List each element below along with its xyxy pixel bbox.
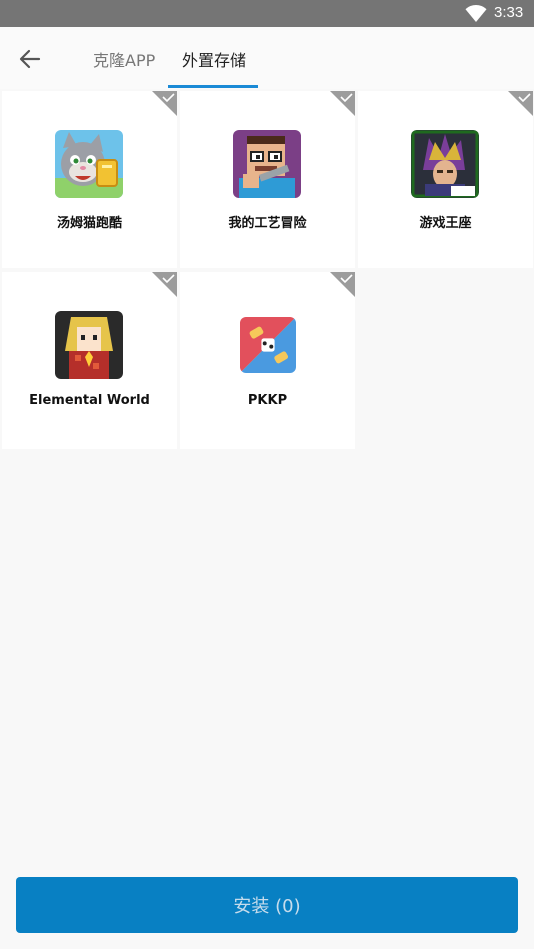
back-button[interactable] (12, 41, 48, 77)
status-time: 3:33 (494, 4, 524, 21)
install-button[interactable]: 安装 (0) (16, 877, 518, 933)
talking-tom-app-icon (55, 130, 123, 198)
app-name: 汤姆猫跑酷 (56, 216, 122, 231)
app-card-elemental-world[interactable]: Elemental World (2, 272, 177, 449)
app-name: PKKP (247, 393, 288, 408)
pkkp-app-icon (240, 317, 296, 373)
app-card-tom-run[interactable]: 汤姆猫跑酷 (2, 91, 177, 268)
checkmark-corner-icon[interactable] (152, 272, 177, 297)
app-name: 我的工艺冒险 (228, 216, 307, 231)
elemental-world-app-icon (55, 311, 123, 379)
game-throne-app-icon (411, 130, 479, 198)
top-bar: 克隆APP 外置存储 (0, 27, 534, 89)
arrow-left-icon (19, 49, 41, 69)
checkmark-corner-icon[interactable] (508, 91, 533, 116)
app-name: 游戏王座 (419, 216, 472, 231)
app-card-craft-adventure[interactable]: 我的工艺冒险 (180, 91, 355, 268)
tab-external-storage[interactable]: 外置存储 (182, 47, 246, 71)
app-name: Elemental World (29, 393, 150, 408)
wifi-icon (465, 5, 487, 22)
tab-indicator (168, 85, 258, 88)
checkmark-corner-icon[interactable] (152, 91, 177, 116)
app-card-pkkp[interactable]: PKKP (180, 272, 355, 449)
app-card-game-throne[interactable]: 游戏王座 (358, 91, 533, 268)
tab-clone-app[interactable]: 克隆APP (93, 47, 155, 71)
checkmark-corner-icon[interactable] (330, 91, 355, 116)
craft-adventure-app-icon (233, 130, 301, 198)
checkmark-corner-icon[interactable] (330, 272, 355, 297)
status-bar: 3:33 (0, 0, 534, 27)
